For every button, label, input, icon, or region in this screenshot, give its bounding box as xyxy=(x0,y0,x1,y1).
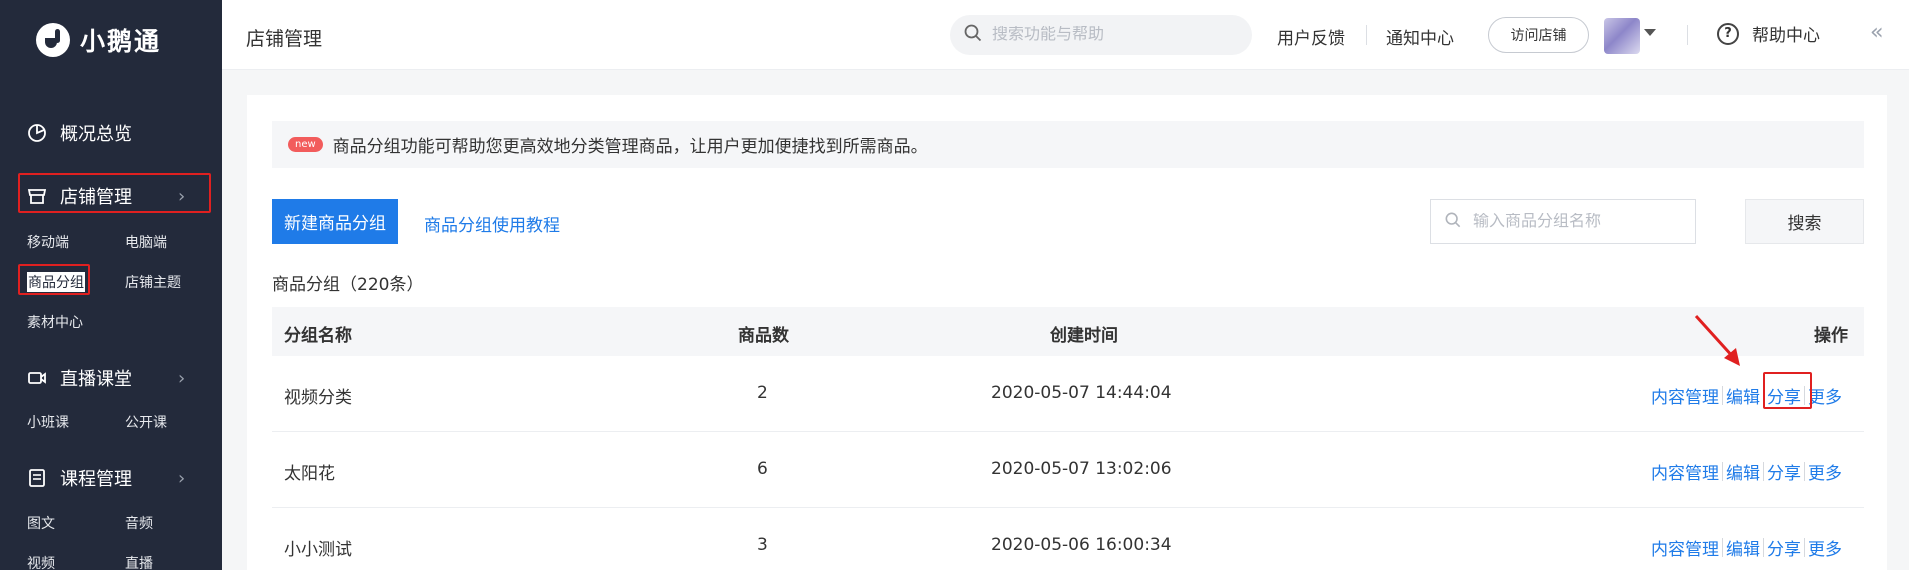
video-camera-icon xyxy=(26,367,48,389)
created-time: 2020-05-06 16:00:34 xyxy=(991,535,1172,555)
column-header-count: 商品数 xyxy=(738,326,789,346)
highlight-box-product-groups xyxy=(18,264,90,295)
created-time: 2020-05-07 13:02:06 xyxy=(991,459,1172,479)
manage-content-link[interactable]: 内容管理 xyxy=(1651,383,1719,408)
group-name: 小小测试 xyxy=(284,540,352,560)
table-header: 分组名称 商品数 创建时间 操作 xyxy=(272,307,1864,356)
sidebar: 小鹅通 概况总览 店铺管理 › 移动端 电脑端 商品分组 店铺主题 素材中心 直… xyxy=(0,0,222,570)
notice-bar: new 商品分组功能可帮助您更高效地分类管理商品，让用户更加便捷找到所需商品。 xyxy=(272,121,1864,168)
tutorial-link[interactable]: 商品分组使用教程 xyxy=(424,211,560,236)
global-search[interactable] xyxy=(950,15,1252,55)
new-group-button[interactable]: 新建商品分组 xyxy=(272,199,398,244)
avatar[interactable] xyxy=(1604,18,1640,54)
share-link[interactable]: 分享 xyxy=(1767,459,1801,484)
share-link[interactable]: 分享 xyxy=(1767,535,1801,560)
notification-center-link[interactable]: 通知中心 xyxy=(1386,24,1454,49)
column-header-actions: 操作 xyxy=(1814,326,1848,346)
sidebar-sub-article[interactable]: 图文 xyxy=(27,513,55,533)
edit-link[interactable]: 编辑 xyxy=(1726,535,1760,560)
document-list-icon xyxy=(26,467,48,489)
highlight-box-share xyxy=(1763,372,1812,409)
sidebar-sub-mobile[interactable]: 移动端 xyxy=(27,232,69,252)
product-count: 6 xyxy=(757,459,768,479)
divider xyxy=(1366,25,1367,45)
sidebar-item-label: 课程管理 xyxy=(60,469,132,490)
more-link[interactable]: 更多 xyxy=(1808,459,1842,484)
top-bar: 店铺管理 用户反馈 通知中心 访问店铺 ? 帮助中心 ‹‹ xyxy=(222,0,1909,70)
group-name: 太阳花 xyxy=(284,464,335,484)
notice-text: 商品分组功能可帮助您更高效地分类管理商品，让用户更加便捷找到所需商品。 xyxy=(332,137,928,157)
created-time: 2020-05-07 14:44:04 xyxy=(991,383,1172,403)
help-center-label: 帮助中心 xyxy=(1752,26,1820,46)
sidebar-sub-live[interactable]: 直播 xyxy=(125,553,153,570)
manage-content-link[interactable]: 内容管理 xyxy=(1651,535,1719,560)
pie-chart-icon xyxy=(26,122,48,144)
group-search-box[interactable] xyxy=(1430,199,1696,244)
product-count: 3 xyxy=(757,535,768,555)
row-actions: 内容管理 编辑 分享 更多 xyxy=(1651,383,1842,408)
more-link[interactable]: 更多 xyxy=(1808,383,1842,408)
search-icon xyxy=(964,24,982,46)
annotation-arrow-icon xyxy=(1694,314,1740,366)
search-button[interactable]: 搜索 xyxy=(1745,199,1864,244)
row-actions: 内容管理 编辑 分享 更多 xyxy=(1651,459,1842,484)
question-circle-icon: ? xyxy=(1717,22,1739,45)
sidebar-item-label: 概况总览 xyxy=(60,124,132,145)
feedback-link[interactable]: 用户反馈 xyxy=(1277,24,1345,49)
row-actions: 内容管理 编辑 分享 更多 xyxy=(1651,535,1842,560)
sidebar-sub-material[interactable]: 素材中心 xyxy=(27,312,83,332)
sidebar-item-course[interactable]: 课程管理 › xyxy=(26,465,185,491)
product-count: 2 xyxy=(757,383,768,403)
collapse-double-chevron-icon[interactable]: ‹‹ xyxy=(1870,20,1883,45)
column-header-created: 创建时间 xyxy=(1050,326,1118,346)
help-center-link[interactable]: ? 帮助中心 xyxy=(1717,21,1820,46)
global-search-input[interactable] xyxy=(992,26,1232,44)
table-row: 太阳花 6 2020-05-07 13:02:06 内容管理 编辑 分享 更多 xyxy=(272,432,1864,508)
groups-table: 分组名称 商品数 创建时间 操作 视频分类 2 2020-05-07 14:44… xyxy=(272,307,1864,570)
group-search-input[interactable] xyxy=(1473,212,1683,231)
visit-store-button[interactable]: 访问店铺 xyxy=(1488,17,1589,53)
group-count: 商品分组（220条） xyxy=(272,275,424,295)
sidebar-sub-store-theme[interactable]: 店铺主题 xyxy=(125,272,181,292)
caret-down-icon[interactable] xyxy=(1644,29,1656,36)
edit-link[interactable]: 编辑 xyxy=(1726,383,1760,408)
chevron-right-icon: › xyxy=(178,367,186,389)
group-name: 视频分类 xyxy=(284,388,352,408)
column-header-name: 分组名称 xyxy=(284,326,352,346)
sidebar-sub-small-class[interactable]: 小班课 xyxy=(27,412,69,432)
brand-logo[interactable]: 小鹅通 xyxy=(36,22,161,58)
sidebar-item-overview[interactable]: 概况总览 xyxy=(26,120,132,146)
sidebar-sub-open-class[interactable]: 公开课 xyxy=(125,412,167,432)
new-badge: new xyxy=(288,137,323,152)
chevron-right-icon: › xyxy=(178,467,186,489)
sidebar-sub-pc[interactable]: 电脑端 xyxy=(125,232,167,252)
search-icon xyxy=(1445,212,1461,232)
brand-name: 小鹅通 xyxy=(80,27,162,56)
goose-logo-icon xyxy=(36,23,70,57)
table-row: 小小测试 3 2020-05-06 16:00:34 内容管理 编辑 分享 更多 xyxy=(272,508,1864,570)
manage-content-link[interactable]: 内容管理 xyxy=(1651,459,1719,484)
main-card: new 商品分组功能可帮助您更高效地分类管理商品，让用户更加便捷找到所需商品。 … xyxy=(247,95,1887,570)
sidebar-sub-audio[interactable]: 音频 xyxy=(125,513,153,533)
page-title: 店铺管理 xyxy=(246,28,323,50)
sidebar-sub-video[interactable]: 视频 xyxy=(27,553,55,570)
highlight-box-store-menu xyxy=(18,173,211,213)
sidebar-item-live[interactable]: 直播课堂 › xyxy=(26,365,185,391)
sidebar-item-label: 直播课堂 xyxy=(60,369,132,390)
divider xyxy=(1687,25,1688,45)
edit-link[interactable]: 编辑 xyxy=(1726,459,1760,484)
table-row: 视频分类 2 2020-05-07 14:44:04 内容管理 编辑 分享 更多 xyxy=(272,356,1864,432)
more-link[interactable]: 更多 xyxy=(1808,535,1842,560)
